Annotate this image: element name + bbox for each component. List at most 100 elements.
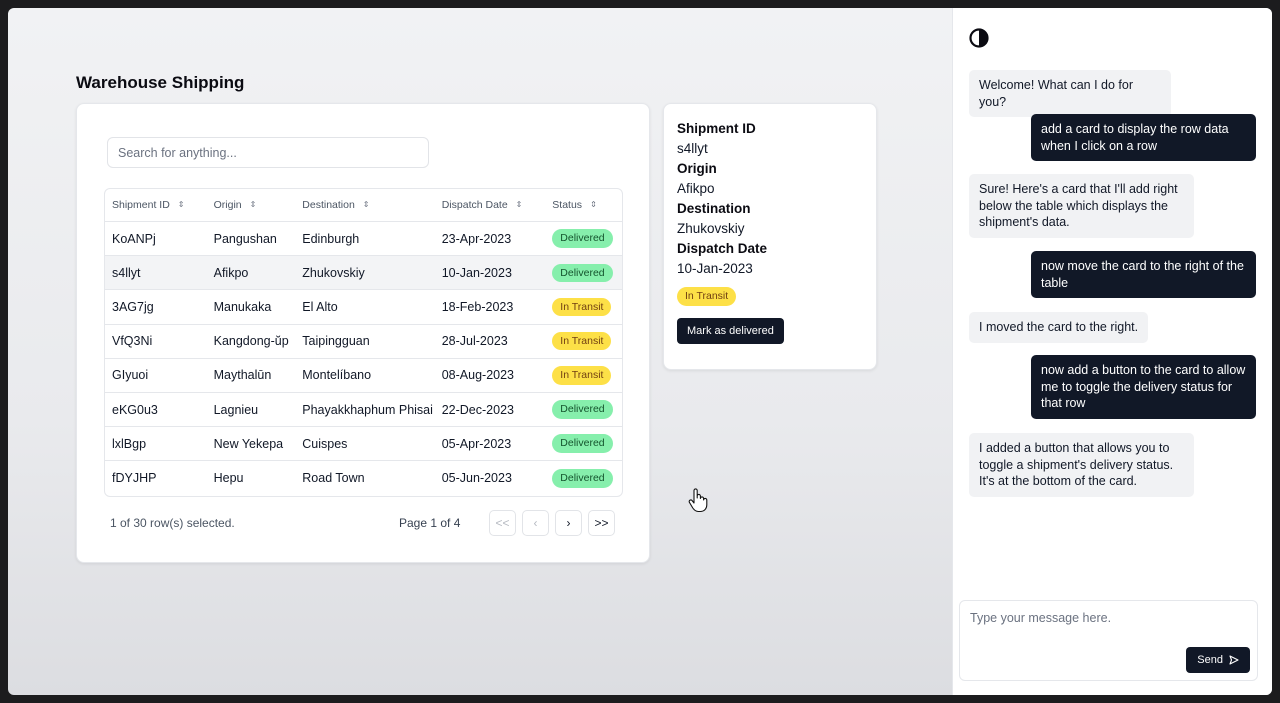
status-badge: In Transit	[552, 366, 612, 385]
cell-origin: New Yekepa	[213, 436, 284, 451]
table-row[interactable]: VfQ3Ni Kangdong-ŭp Taipingguan 28-Jul-2023 I…	[105, 325, 622, 359]
shipment-detail-card: Shipment ID s4llyt Origin Afikpo Destina…	[663, 103, 877, 370]
last-page-button[interactable]: >>	[588, 510, 615, 536]
table-header-row: Shipment ID ⇕ Origin ⇕ Destination ⇕ Dispat…	[105, 189, 622, 222]
cell-shipment-id: KoANPj	[112, 231, 156, 246]
table-row[interactable]: KoANPj Pangushan Edinburgh 23-Apr-2023 Deliv…	[105, 222, 622, 257]
cell-shipment-id: s4llyt	[112, 265, 141, 280]
table-row[interactable]: GIyuoi Maythalūn Montelíbano 08-Aug-2023 In …	[105, 359, 622, 393]
hand-cursor-icon	[688, 488, 708, 513]
cell-shipment-id: VfQ3Ni	[112, 334, 153, 349]
cell-origin: Lagnieu	[213, 402, 259, 417]
cell-dispatch-date: 22-Dec-2023	[441, 402, 514, 417]
shipments-table: Shipment ID ⇕ Origin ⇕ Destination ⇕ Dispat…	[104, 188, 623, 497]
status-badge: Delivered	[552, 434, 613, 453]
cell-dispatch-date: 05-Jun-2023	[441, 471, 512, 486]
cell-destination: El Alto	[302, 299, 338, 314]
cell-destination: Taipingguan	[302, 334, 370, 349]
detail-id-label: Shipment ID	[677, 121, 756, 136]
cell-shipment-id: 3AG7jg	[112, 299, 154, 314]
detail-destination-label: Destination	[677, 201, 751, 216]
cell-status: Delivered	[545, 434, 622, 453]
detail-date-value: 10-Jan-2023	[677, 261, 753, 276]
detail-origin-label: Origin	[677, 161, 717, 176]
status-badge: In Transit	[552, 331, 612, 351]
table-row[interactable]: s4llyt Afikpo Zhukovskiy 10-Jan-2023 Deliver…	[105, 256, 622, 291]
cell-shipment-id: eKG0u3	[112, 402, 158, 417]
cell-destination: Phayakkhaphum Phisai	[302, 402, 433, 417]
first-page-button[interactable]: <<	[489, 510, 516, 536]
sort-icon[interactable]: ⇕	[590, 201, 597, 209]
status-badge: Delivered	[552, 400, 613, 419]
detail-destination-value: Zhukovskiy	[677, 221, 745, 236]
chat-panel: Welcome! What can I do for you? add a car…	[952, 8, 1272, 695]
cell-dispatch-date: 05-Apr-2023	[441, 436, 512, 451]
table-row[interactable]: fDYJHP Hepu Road Town 05-Jun-2023 Delivered	[105, 461, 622, 495]
cell-dispatch-date: 18-Feb-2023	[441, 299, 514, 314]
detail-status-badge: In Transit	[677, 287, 737, 306]
assistant-message: I added a button that allows you to togg…	[969, 433, 1194, 498]
cell-shipment-id: GIyuoi	[112, 368, 149, 383]
cell-destination: Edinburgh	[302, 231, 360, 246]
mark-as-delivered-button[interactable]: Mark as delivered	[677, 317, 784, 344]
sort-icon[interactable]: ⇕	[363, 201, 370, 209]
sort-icon[interactable]: ⇕	[178, 201, 185, 209]
cell-destination: Montelíbano	[302, 368, 372, 383]
chat-composer: Send	[959, 600, 1258, 681]
cell-status: In Transit	[545, 366, 622, 385]
assistant-message: Sure! Here's a card that I'll add right …	[969, 174, 1194, 239]
cell-status: In Transit	[545, 297, 622, 317]
user-message: now move the card to the right of the ta…	[1031, 251, 1256, 299]
table-row[interactable]: 3AG7jg Manukaka El Alto 18-Feb-2023 In Trans…	[105, 290, 622, 325]
user-message: add a card to display the row data when …	[1031, 114, 1256, 162]
cell-status: Delivered	[545, 469, 622, 488]
cell-dispatch-date: 23-Apr-2023	[441, 231, 512, 246]
assistant-message: I moved the card to the right.	[969, 312, 1149, 343]
status-badge: Delivered	[552, 229, 613, 248]
user-message: now add a button to the card to allow me…	[1031, 355, 1256, 420]
cell-dispatch-date: 08-Aug-2023	[441, 368, 514, 383]
status-badge: In Transit	[552, 297, 612, 317]
search-input[interactable]	[107, 137, 429, 168]
sort-icon[interactable]: ⇕	[516, 201, 523, 209]
selection-count: 1 of 30 row(s) selected.	[110, 516, 235, 530]
next-page-button[interactable]: ›	[555, 510, 582, 536]
sort-icon[interactable]: ⇕	[250, 201, 257, 209]
column-header-status[interactable]: Status ⇕	[545, 199, 622, 211]
contrast-logo-icon	[969, 28, 989, 48]
assistant-message: Welcome! What can I do for you?	[969, 70, 1171, 118]
cell-status: Delivered	[545, 229, 622, 248]
previous-page-button[interactable]: ‹	[522, 510, 549, 536]
cell-shipment-id: lxlBgp	[112, 436, 147, 451]
send-arrow-icon	[1229, 655, 1239, 665]
cell-origin: Manukaka	[213, 299, 272, 314]
cell-origin: Kangdong-ŭp	[213, 334, 289, 349]
cell-origin: Hepu	[213, 471, 244, 486]
detail-origin-value: Afikpo	[677, 181, 715, 196]
page-indicator: Page 1 of 4	[399, 516, 461, 530]
column-header-origin[interactable]: Origin ⇕	[207, 199, 296, 211]
main-panel: Warehouse Shipping Shipment ID⇕ Origin⇕ …	[8, 8, 952, 695]
shipments-table-card: Shipment ID⇕ Origin⇕ Destination⇕ Dispat…	[76, 103, 650, 563]
column-header-dispatch-date[interactable]: Dispatch Date ⇕	[435, 199, 546, 211]
send-label: Send	[1197, 654, 1223, 666]
table-row[interactable]: eKG0u3 Lagnieu Phayakkhaphum Phisai 22-Dec-…	[105, 393, 622, 428]
cell-origin: Afikpo	[213, 265, 249, 280]
cell-dispatch-date: 10-Jan-2023	[441, 265, 512, 280]
cell-status: Delivered	[545, 400, 622, 419]
cell-status: Delivered	[545, 263, 622, 283]
cell-dispatch-date: 28-Jul-2023	[441, 334, 508, 349]
table-row[interactable]: lxlBgp New Yekepa Cuispes 05-Apr-2023 Delive…	[105, 427, 622, 462]
send-button[interactable]: Send	[1186, 647, 1250, 673]
column-header-destination[interactable]: Destination ⇕	[295, 199, 434, 211]
detail-id-value: s4llyt	[677, 141, 708, 156]
cell-destination: Zhukovskiy	[302, 265, 365, 280]
cell-origin: Pangushan	[213, 231, 277, 246]
cell-destination: Road Town	[302, 471, 365, 486]
cell-destination: Cuispes	[302, 436, 348, 451]
cell-shipment-id: fDYJHP	[112, 471, 157, 486]
cell-status: In Transit	[545, 331, 622, 351]
status-badge: Delivered	[552, 469, 613, 488]
status-badge: Delivered	[552, 263, 613, 283]
column-header-shipment-id[interactable]: Shipment ID ⇕	[105, 199, 207, 211]
